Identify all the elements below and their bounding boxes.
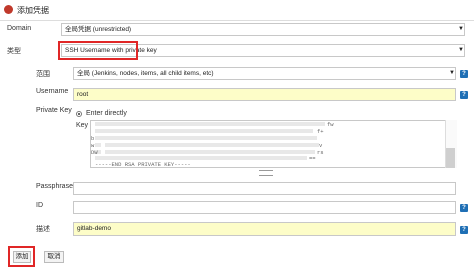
help-icon[interactable]: ? <box>460 70 468 78</box>
cancel-button[interactable]: 取消 <box>44 251 64 263</box>
passphrase-input[interactable] <box>73 182 456 195</box>
key-line: v <box>319 142 323 149</box>
id-label: ID <box>36 202 43 209</box>
key-line: b <box>91 135 95 142</box>
key-line: fw <box>327 121 334 128</box>
key-label: Key <box>76 122 89 129</box>
description-input-value: gitlab-demo <box>77 225 111 232</box>
scope-select-value: 全局 (Jenkins, nodes, items, all child ite… <box>77 70 214 77</box>
domain-select-value: 全局凭据 (unrestricted) <box>65 26 132 33</box>
dialog-title: 添加凭据 <box>17 6 49 15</box>
username-input[interactable]: root <box>73 88 456 101</box>
scope-label: 范围 <box>36 71 50 78</box>
scope-select[interactable]: 全局 (Jenkins, nodes, items, all child ite… <box>73 67 456 80</box>
kind-label: 类型 <box>7 48 21 55</box>
help-icon[interactable]: ? <box>460 226 468 234</box>
key-line: -----END RSA PRIVATE KEY----- <box>95 161 191 168</box>
highlight-box <box>8 246 35 267</box>
chevron-down-icon: ▼ <box>458 47 464 53</box>
enter-directly-label: Enter directly <box>86 110 127 117</box>
username-input-value: root <box>77 91 89 98</box>
id-input[interactable] <box>73 201 456 214</box>
help-icon[interactable]: ? <box>460 204 468 212</box>
credentials-icon <box>4 5 13 14</box>
highlight-box <box>58 41 138 60</box>
private-key-textarea[interactable]: fw f+ b w v DW rs == -----END RSA PRIVAT… <box>90 120 457 168</box>
passphrase-label: Passphrase <box>36 183 73 190</box>
enter-directly-radio[interactable] <box>76 111 82 117</box>
help-icon[interactable]: ? <box>460 91 468 99</box>
chevron-down-icon: ▼ <box>458 26 464 32</box>
scrollbar-thumb[interactable] <box>446 148 455 168</box>
domain-select[interactable]: 全局凭据 (unrestricted) <box>61 23 465 36</box>
key-line: == <box>309 155 316 162</box>
key-line: w <box>91 142 95 149</box>
description-input[interactable]: gitlab-demo <box>73 222 456 236</box>
key-line: rs <box>317 149 324 156</box>
dialog-header <box>0 0 474 21</box>
username-label: Username <box>36 88 69 95</box>
key-line: DW <box>91 149 98 156</box>
description-label: 描述 <box>36 226 50 233</box>
private-key-label: Private Key <box>36 107 72 114</box>
chevron-down-icon: ▼ <box>449 70 455 76</box>
key-line: f+ <box>317 128 324 135</box>
resize-handle-icon[interactable] <box>259 170 273 176</box>
domain-label: Domain <box>7 25 32 32</box>
